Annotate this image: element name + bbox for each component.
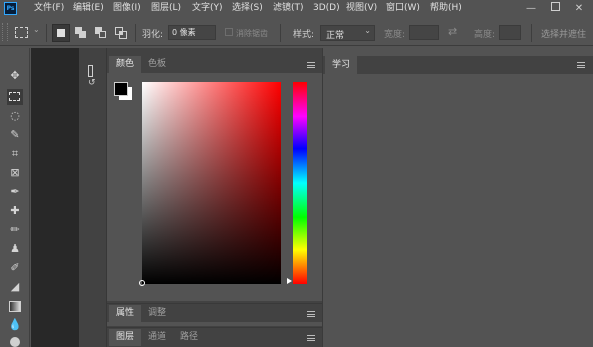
menu-help[interactable]: 帮助(H) [430,0,462,17]
hue-slider[interactable] [293,82,307,284]
close-icon[interactable]: ✕ [568,0,590,17]
crop-tool-icon[interactable]: ⌗ [7,146,23,162]
panel-menu-icon[interactable] [307,62,315,68]
options-bar: ⌄ 羽化: 0 像素 消除锯齿 样式: 正常 ⌄ 宽度: ⇄ 高度: 选择并遮住 [0,20,593,46]
gradient-tool-icon[interactable] [9,301,21,312]
chevron-down-icon[interactable]: ⌄ [33,25,40,34]
healing-brush-tool-icon[interactable]: ✚ [7,203,23,219]
grip-icon[interactable] [2,23,8,41]
antialias-label: 消除锯齿 [236,29,268,38]
feather-label: 羽化: [142,30,164,40]
layers-panel-tabbar: 图层 通道 路径 [107,327,322,347]
height-label: 高度: [474,30,496,40]
learn-panel-tabbar: 学习 [323,56,593,74]
menu-type[interactable]: 文字(Y) [192,0,223,17]
foreground-color-swatch[interactable] [114,82,128,96]
intersect-selection-button[interactable] [113,25,129,41]
tab-learn[interactable]: 学习 [325,56,358,74]
minimize-icon[interactable]: — [520,0,542,17]
menu-filter[interactable]: 滤镜(T) [273,0,304,17]
tools-panel: ✥ ◌ ✎ ⌗ ⊠ ✒ ✚ ✏ ♟ ✐ ◢ 💧 [0,48,30,347]
color-picker-marker[interactable] [139,280,145,286]
collapsed-panel-strip: ↺ [79,48,107,347]
menu-select[interactable]: 选择(S) [232,0,263,17]
menu-bar: Ps 文件(F) 编辑(E) 图像(I) 图层(L) 文字(Y) 选择(S) 滤… [0,0,593,17]
frame-tool-icon[interactable]: ⊠ [7,165,23,181]
hue-slider-handle[interactable] [287,278,292,284]
tab-layers[interactable]: 图层 [109,329,142,346]
swap-icon[interactable]: ⇄ [448,25,457,38]
history-brush-tool-icon[interactable]: ✐ [7,260,23,276]
color-panel [107,73,322,301]
antialias-checkbox[interactable] [225,28,233,36]
marquee-preset-icon[interactable] [15,27,28,38]
tab-channels[interactable]: 通道 [141,329,173,346]
menu-3d[interactable]: 3D(D) [313,0,340,17]
clone-stamp-tool-icon[interactable]: ♟ [7,241,23,257]
document-area [31,48,79,347]
height-input[interactable] [499,25,521,40]
lasso-tool-icon[interactable]: ◌ [7,108,23,124]
tab-adjustments[interactable]: 调整 [141,305,173,322]
add-to-selection-button[interactable] [73,25,89,41]
photoshop-logo: Ps [4,2,17,15]
tab-paths[interactable]: 路径 [173,329,205,346]
move-tool-icon[interactable]: ✥ [7,68,23,84]
style-label: 样式: [293,30,315,40]
select-and-mask-button[interactable]: 选择并遮住 [541,27,586,40]
brush-tool-icon[interactable]: ✏ [7,222,23,238]
saturation-brightness-field[interactable] [139,82,281,286]
menu-image[interactable]: 图像(I) [113,0,141,17]
panel-dock: 颜色 色板 属性 调整 图层 通道 路径 [107,48,322,347]
menu-file[interactable]: 文件(F) [34,0,64,17]
tab-swatches[interactable]: 色板 [141,56,173,73]
width-label: 宽度: [384,30,406,40]
style-select[interactable]: 正常 ⌄ [320,25,375,41]
menu-edit[interactable]: 编辑(E) [73,0,104,17]
menu-view[interactable]: 视图(V) [346,0,377,17]
menu-layer[interactable]: 图层(L) [151,0,181,17]
width-input[interactable] [409,25,439,40]
blur-tool-icon[interactable]: 💧 [7,317,23,333]
marquee-tool-icon[interactable] [7,89,23,105]
panel-menu-icon[interactable] [577,62,585,68]
chevron-down-icon: ⌄ [364,26,371,35]
quick-select-tool-icon[interactable]: ✎ [7,127,23,143]
subtract-from-selection-button[interactable] [93,25,109,41]
feather-input[interactable]: 0 像素 [168,25,216,40]
maximize-icon[interactable] [544,0,566,17]
properties-panel-tabbar: 属性 调整 [107,303,322,322]
eyedropper-tool-icon[interactable]: ✒ [7,184,23,200]
tab-properties[interactable]: 属性 [109,305,142,322]
eraser-tool-icon[interactable]: ◢ [7,279,23,295]
new-selection-button[interactable] [52,24,70,42]
history-panel-icon[interactable]: ↺ [88,65,100,88]
panel-menu-icon[interactable] [307,311,315,317]
tab-color[interactable]: 颜色 [109,56,142,73]
menu-window[interactable]: 窗口(W) [386,0,420,17]
color-panel-tabbar: 颜色 色板 [107,56,322,73]
dodge-tool-icon[interactable] [10,337,20,347]
learn-panel: 学习 [322,48,593,347]
panel-menu-icon[interactable] [307,335,315,341]
